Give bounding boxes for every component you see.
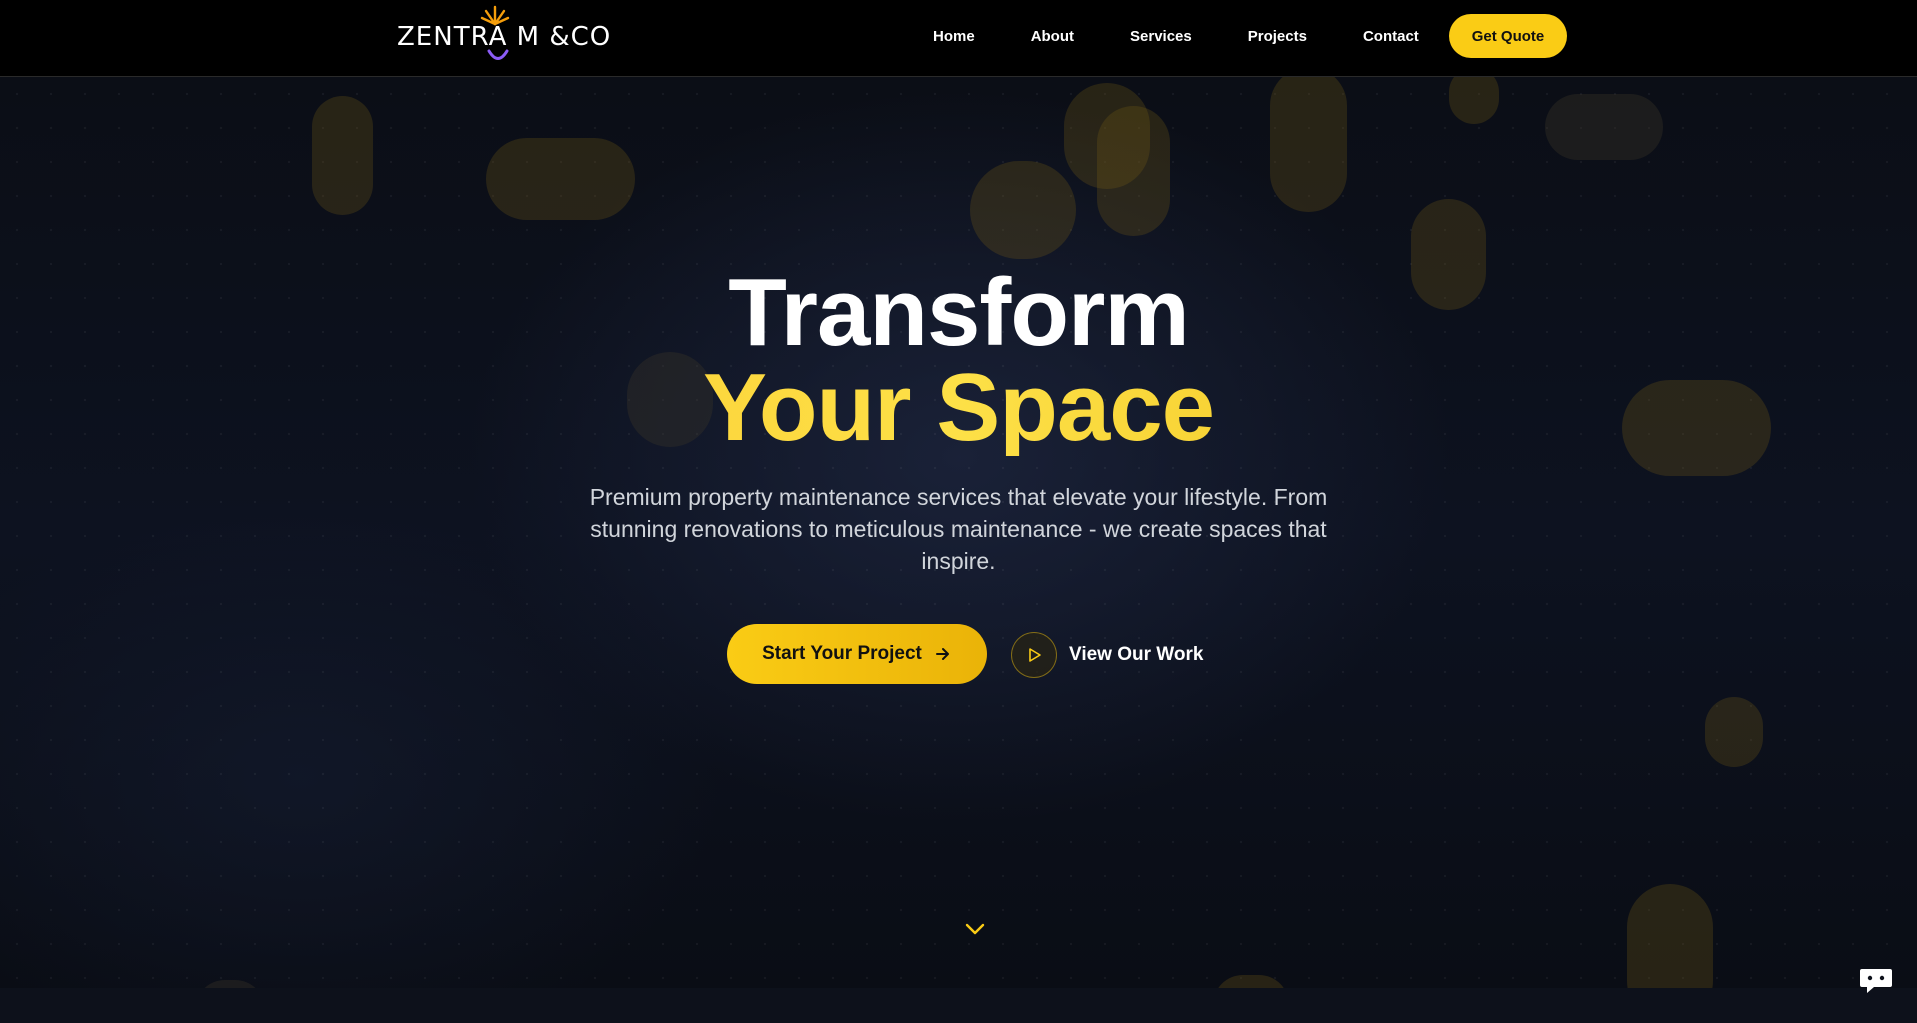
- decor-blob: [1627, 884, 1713, 988]
- decor-blob: [1705, 697, 1763, 767]
- site-header: ZENTRA M &CO Home About Services Project…: [0, 0, 1917, 77]
- main-nav: Home About Services Projects Contact: [933, 0, 1419, 72]
- chat-widget-button[interactable]: [1858, 966, 1894, 996]
- nav-projects[interactable]: Projects: [1248, 28, 1307, 45]
- decor-blob: [1545, 94, 1663, 160]
- nav-about[interactable]: About: [1031, 28, 1074, 45]
- decor-blob: [312, 96, 373, 215]
- view-work-button[interactable]: View Our Work: [1011, 632, 1203, 678]
- decor-blob: [970, 161, 1076, 259]
- decor-blob: [1097, 106, 1170, 236]
- logo[interactable]: ZENTRA M &CO: [397, 4, 610, 68]
- decor-blob: [1213, 975, 1289, 988]
- next-section-edge: [0, 988, 1917, 1023]
- chat-icon: [1860, 969, 1892, 993]
- decor-blob: [1270, 77, 1347, 212]
- logo-smile-mark: [487, 49, 509, 60]
- nav-contact[interactable]: Contact: [1363, 28, 1419, 45]
- play-icon: [1029, 648, 1041, 662]
- decor-blob: [486, 138, 635, 220]
- decor-blob: [1449, 77, 1499, 124]
- hero-headline-line1: Transform: [728, 259, 1189, 366]
- start-project-label: Start Your Project: [762, 643, 922, 664]
- nav-home[interactable]: Home: [933, 28, 975, 45]
- arrow-right-icon: [935, 648, 949, 660]
- nav-services[interactable]: Services: [1130, 28, 1192, 45]
- view-work-label: View Our Work: [1069, 644, 1204, 665]
- hero-section: Transform Your Space Premium property ma…: [0, 77, 1917, 988]
- get-quote-button[interactable]: Get Quote: [1449, 14, 1567, 58]
- start-project-button[interactable]: Start Your Project: [727, 624, 987, 684]
- play-button-circle: [1011, 632, 1057, 678]
- decor-blob: [195, 980, 265, 988]
- hero-headline-line2: Your Space: [0, 360, 1917, 456]
- chevron-down-icon[interactable]: [964, 922, 986, 936]
- hero-subtitle: Premium property maintenance services th…: [589, 484, 1328, 574]
